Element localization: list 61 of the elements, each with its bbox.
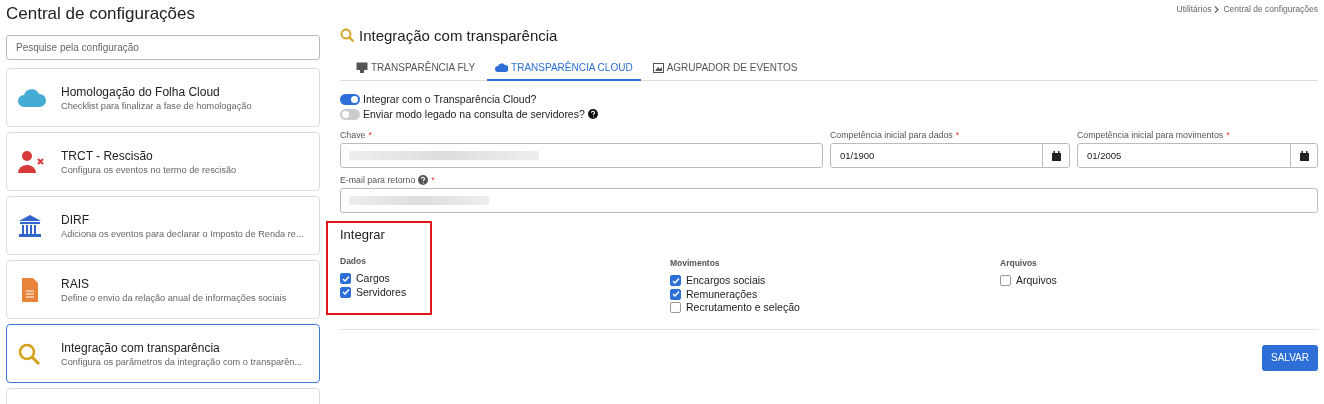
toggle-switch[interactable]	[340, 93, 360, 105]
group-label: Movimentos	[670, 258, 721, 268]
card-description: Configura os eventos no termo de rescisão	[61, 164, 237, 175]
settings-card[interactable]: Homologação do Folha Cloud Checklist para finalizar a fase de homologação	[6, 68, 320, 127]
settings-card[interactable]: DIRF Adiciona os eventos para declarar o Imposto de Renda re...	[6, 196, 320, 255]
card-title: RAIS	[61, 276, 89, 291]
input-field[interactable]	[340, 143, 823, 168]
required-asterisk: *	[1226, 130, 1230, 140]
breadcrumb-link[interactable]: Utilitários	[1176, 4, 1212, 15]
card-title: Integração com transparência	[61, 340, 220, 355]
card-description: Configura os parâmetros da integração com o transparên...	[61, 356, 303, 367]
save-button[interactable]: SALVAR	[1262, 344, 1318, 371]
field-label: Chave	[340, 130, 366, 140]
panel-title: Integração com transparência	[359, 27, 558, 44]
settings-card[interactable]: TRCT - Rescisão Configura os eventos no termo de rescisão	[6, 132, 320, 191]
settings-card[interactable]: RAIS Define o envio da relação anual de informações sociais	[6, 260, 320, 319]
monitor-icon	[356, 62, 368, 73]
group-label: Arquivos	[1000, 258, 1038, 268]
card-description: Checklist para finalizar a fase de homologação	[61, 100, 252, 111]
settings-card[interactable]: Integração com transparência Configura os parâmetros da integração com o transparên...	[6, 324, 320, 383]
cloud-icon	[17, 87, 47, 108]
toggle-label: Integrar com o Transparência Cloud?	[363, 93, 537, 105]
search-field[interactable]: Pesquise pela configuração	[6, 35, 320, 60]
checkbox[interactable]: Cargos	[340, 272, 418, 286]
card-title: Homologação do Folha Cloud	[61, 84, 220, 99]
tab[interactable]: TRANSPARÊNCIA FLY	[348, 56, 484, 81]
section-title: Integrar	[340, 227, 386, 242]
checkbox[interactable]: Encargos sociais	[670, 274, 1000, 288]
page-title: Central de configurações	[6, 3, 196, 25]
toggle-label: Enviar modo legado na consulta de servidores?	[363, 108, 585, 120]
checkbox[interactable]: Servidores	[340, 285, 418, 299]
required-asterisk: *	[955, 130, 960, 140]
toggle-switch[interactable]	[340, 108, 360, 120]
chevron-right-icon	[1214, 4, 1221, 15]
tab[interactable]: TRANSPARÊNCIA CLOUD	[487, 56, 641, 81]
date-field[interactable]: 01/2005	[1077, 143, 1318, 168]
required-asterisk: *	[431, 175, 435, 185]
field-label: Competência inicial para dados	[830, 130, 953, 140]
checkbox[interactable]: Arquivos	[1000, 274, 1318, 288]
checkbox[interactable]: Recrutamento e seleção	[670, 301, 1000, 315]
input-field[interactable]	[340, 188, 1318, 213]
calendar-icon	[1299, 150, 1309, 161]
user-remove-icon	[17, 149, 47, 174]
card-description: Adiciona os eventos para declarar o Imposto de Renda re...	[61, 228, 304, 239]
date-field[interactable]: 01/1900	[830, 143, 1070, 168]
search-icon	[340, 28, 355, 43]
tab[interactable]: AGRUPADOR DE EVENTOS	[644, 56, 806, 81]
card-title: DIRF	[61, 212, 89, 227]
group-label: Dados	[340, 256, 367, 266]
help-icon[interactable]	[587, 109, 598, 119]
required-asterisk: *	[368, 130, 372, 140]
field-label: E-mail para retorno	[340, 175, 416, 185]
help-icon[interactable]	[418, 175, 429, 185]
breadcrumb-link[interactable]: Central de configurações	[1223, 4, 1318, 15]
card-title: TRCT - Rescisão	[61, 148, 153, 163]
calendar-icon	[1051, 150, 1061, 161]
field-label: Competência inicial para movimentos	[1077, 130, 1224, 140]
checkbox[interactable]: Remunerações	[670, 287, 1000, 301]
cloud-icon	[495, 63, 509, 72]
image-icon	[652, 62, 664, 73]
card-description: Define o envio da relação anual de informações sociais	[61, 292, 287, 303]
